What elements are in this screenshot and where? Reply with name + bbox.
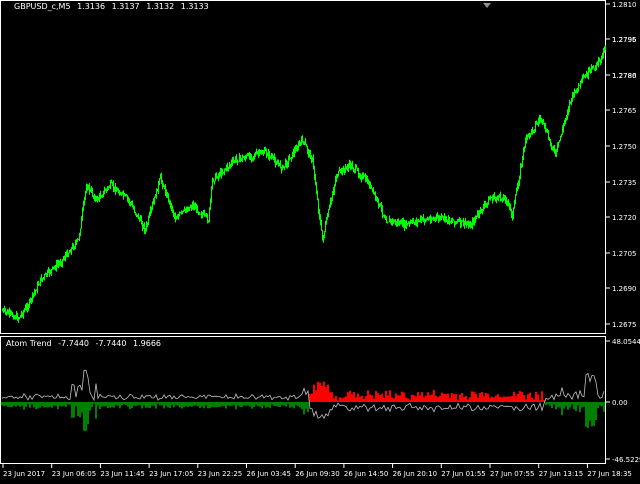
chart-symbol-label: GBPUSD_c,M5 [14,2,71,11]
ohlc-high: 1.3137 [111,2,140,11]
time-tick-label: 27 Jun 13:15 [539,470,583,478]
price-tick-label: 1.2765 [612,107,637,115]
indicator-axis: 48.0544 0.00 -46.5229 [606,338,640,464]
price-tick-label: 1.2675 [612,321,637,329]
time-tick-label: 26 Jun 20:10 [393,470,437,478]
time-tick-label: 27 Jun 07:55 [490,470,534,478]
indicator-value-2: -7.7440 [95,339,127,348]
indicator-title: Atom Trend -7.7440 -7.7440 1.9666 [6,339,165,348]
current-price-label: 1.2796 [612,36,637,44]
time-tick-label: 26 Jun 09:30 [295,470,339,478]
indicator-tick-label: -46.5229 [612,456,640,464]
symbol-title: GBPUSD_c,M5 1.3136 1.3137 1.3132 1.3133 [14,2,213,11]
indicator-value-1: -7.7440 [58,339,90,348]
price-tick-label: 1.2735 [612,179,637,187]
price-axis: 1.28101.27951.27801.27651.27501.27351.27… [606,1,637,329]
shift-marker-icon[interactable] [483,3,491,8]
ohlc-open: 1.3136 [77,2,106,11]
time-tick-label: 23 Jun 2017 [3,470,45,478]
indicator-tick-label: 48.0544 [612,338,640,346]
time-tick-label: 26 Jun 03:45 [247,470,291,478]
price-tick-label: 1.2720 [612,214,637,222]
time-tick-label: 23 Jun 06:05 [52,470,96,478]
price-series [2,45,606,323]
price-tick-label: 1.2705 [612,250,637,258]
time-tick-label: 23 Jun 11:45 [100,470,144,478]
chart-window[interactable]: 1.2810 1.2795 1.2780 1.2765 1.2750 1.2735 1.27… [0,0,640,480]
ohlc-low: 1.3132 [146,2,175,11]
indicator-series [1,369,605,431]
price-tick-label: 1.2750 [612,143,637,151]
price-tick-label: 1.2810 [612,1,637,9]
time-tick-label: 26 Jun 14:50 [344,470,388,478]
time-tick-label: 27 Jun 01:55 [441,470,485,478]
indicator-tick-label: 0.00 [612,399,628,407]
price-panel-frame [0,0,606,334]
indicator-value-3: 1.9666 [133,339,162,348]
chart-canvas[interactable]: 1.28101.27951.27801.27651.27501.27351.27… [0,0,640,480]
indicator-name: Atom Trend [6,339,52,348]
time-axis: 23 Jun 2017 23 Jun 06:05 23 Jun 11:45 23 Ju… [2,464,632,478]
time-tick-label: 23 Jun 17:05 [149,470,193,478]
time-tick-label: 27 Jun 18:35 [587,470,631,478]
price-tick-label: 1.2690 [612,285,637,293]
ohlc-close: 1.3133 [180,2,209,11]
time-tick-label: 23 Jun 22:25 [198,470,242,478]
current-price-label: 1.2786 [612,72,637,80]
